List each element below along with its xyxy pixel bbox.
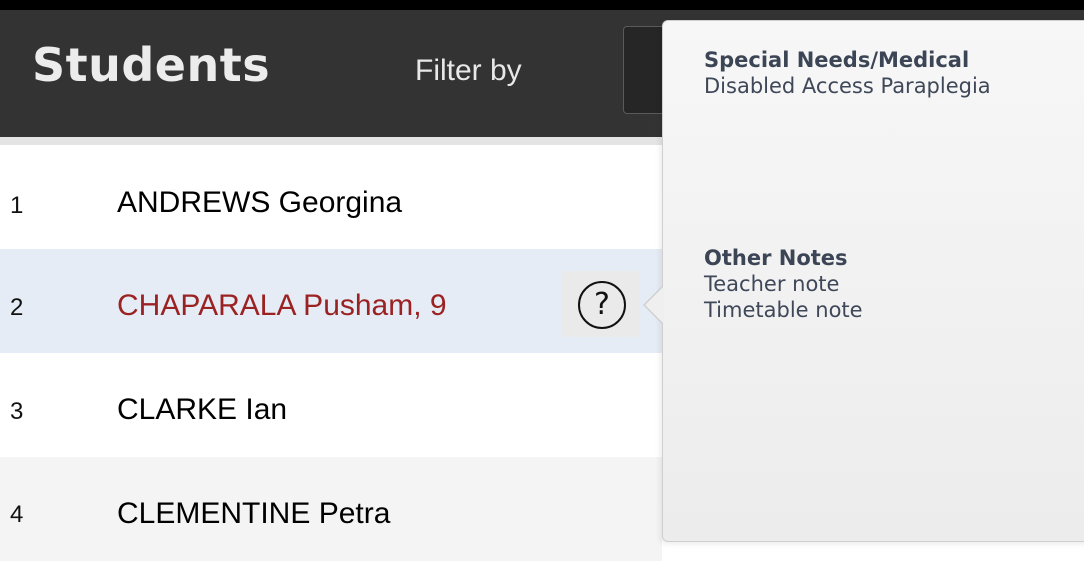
other-notes-heading: Other Notes: [704, 246, 848, 270]
row-number: 2: [10, 294, 24, 321]
top-strip: [0, 0, 1084, 10]
question-mark-icon: ?: [578, 281, 626, 329]
special-needs-section: Special Needs/Medical Disabled Access Pa…: [704, 47, 991, 99]
other-note-line: Teacher note: [704, 272, 840, 296]
special-needs-value: Disabled Access Paraplegia: [704, 74, 991, 98]
student-name: CLARKE Ian: [117, 393, 288, 426]
student-name: CHAPARALA Pusham, 9: [117, 289, 447, 322]
student-row-3[interactable]: 3 CLARKE Ian: [0, 353, 662, 457]
student-name: ANDREWS Georgina: [117, 186, 403, 219]
special-needs-heading: Special Needs/Medical: [704, 48, 970, 72]
row-number: 4: [10, 501, 24, 528]
row-number: 3: [10, 398, 24, 425]
page-title: Students: [32, 38, 271, 92]
student-row-1[interactable]: 1 ANDREWS Georgina: [0, 145, 662, 249]
student-name: CLEMENTINE Petra: [117, 497, 391, 530]
student-row-4[interactable]: 4 CLEMENTINE Petra: [0, 457, 662, 561]
student-info-button[interactable]: ?: [562, 271, 640, 337]
filter-label: Filter by: [415, 54, 522, 87]
row-number: 1: [10, 192, 24, 219]
other-note-line: Timetable note: [704, 298, 863, 322]
other-notes-section: Other Notes Teacher note Timetable note: [704, 245, 863, 323]
popover-pointer-inner: [645, 286, 664, 324]
